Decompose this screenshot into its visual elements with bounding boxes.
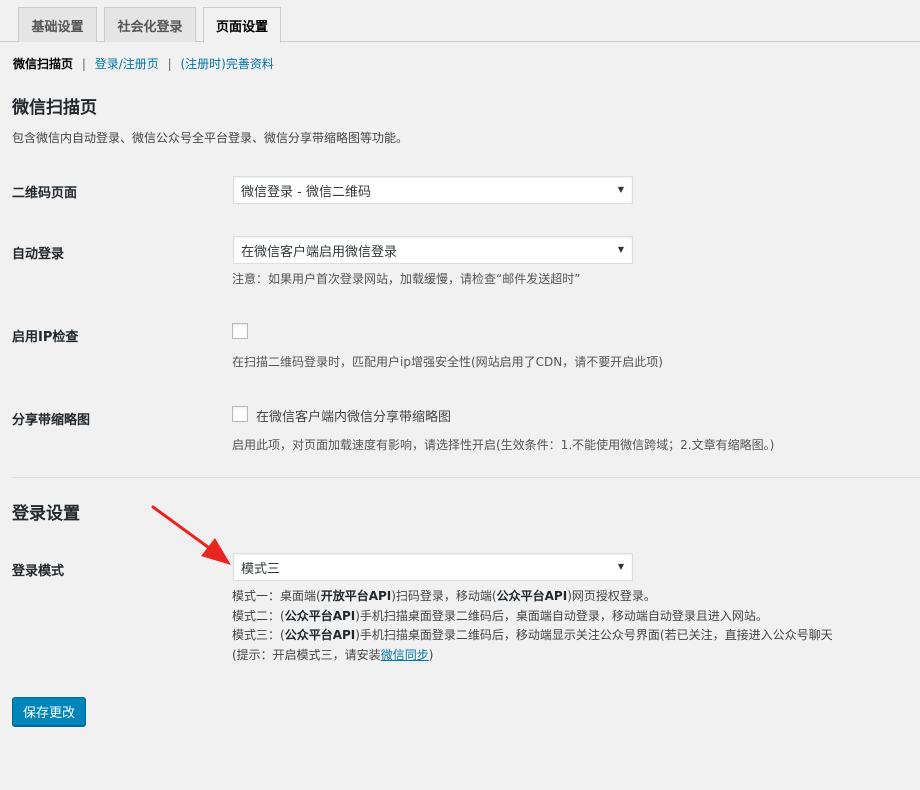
share-thumbnail-help: 启用此项，对页面加载速度有影响，请选择性开启(生效条件：1.不能使用微信跨域；2…	[232, 438, 775, 452]
tab-page-settings[interactable]: 页面设置	[203, 7, 281, 43]
subnav-link-login-register[interactable]: 登录/注册页	[95, 57, 159, 71]
auto-login-select-value: 在微信客户端启用微信登录	[241, 244, 398, 260]
label-share-thumbnail: 分享带缩略图	[12, 413, 91, 428]
tab-basic-settings[interactable]: 基础设置	[18, 7, 97, 42]
subnav-link-complete-profile[interactable]: (注册时)完善资料	[180, 57, 273, 71]
share-thumbnail-checkbox[interactable]	[232, 406, 248, 422]
share-thumbnail-checkbox-label[interactable]: 在微信客户端内微信分享带缩略图	[256, 406, 451, 425]
subnav-separator: |	[167, 57, 172, 71]
section-title-login-settings: 登录设置	[12, 504, 80, 524]
section-title-wechat-scan: 微信扫描页	[12, 98, 97, 118]
subnav-separator: |	[81, 57, 86, 71]
login-mode-select-value: 模式三	[241, 561, 281, 577]
label-ip-check: 启用IP检查	[12, 330, 79, 345]
login-mode-descriptions: 模式一：桌面端(开放平台API)扫码登录，移动端(公众平台API)网页授权登录。…	[232, 587, 833, 665]
section-description: 包含微信内自动登录、微信公众号全平台登录、微信分享带缩略图等功能。	[12, 131, 409, 145]
subnav-current-wechat-scan: 微信扫描页	[13, 57, 74, 71]
ip-check-checkbox[interactable]	[232, 323, 248, 339]
sub-navigation: 微信扫描页 | 登录/注册页 | (注册时)完善资料	[13, 55, 274, 72]
auto-login-select[interactable]: 在微信客户端启用微信登录 ▼	[233, 236, 633, 264]
qrcode-page-select[interactable]: 微信登录 - 微信二维码 ▼	[233, 176, 633, 204]
label-login-mode: 登录模式	[12, 564, 65, 579]
mode-one-description: 模式一：桌面端(开放平台API)扫码登录，移动端(公众平台API)网页授权登录。	[232, 589, 656, 603]
mode-two-description: 模式二：(公众平台API)手机扫描桌面登录二维码后，桌面端自动登录，移动端自动登…	[232, 608, 768, 623]
auto-login-note: 注意：如果用户首次登录网站，加载缓慢，请检查“邮件发送超时”	[232, 272, 581, 286]
annotation-arrow-icon	[151, 505, 231, 565]
label-auto-login: 自动登录	[12, 247, 65, 262]
wechat-sync-link[interactable]: 微信同步	[381, 648, 429, 662]
tab-social-login[interactable]: 社会化登录	[104, 7, 196, 42]
label-qrcode-page: 二维码页面	[12, 186, 78, 201]
section-divider	[12, 477, 920, 478]
save-changes-button[interactable]: 保存更改	[12, 697, 86, 726]
mode-three-description: 模式三：(公众平台API)手机扫描桌面登录二维码后，移动端显示关注公众号界面(若…	[232, 628, 833, 642]
ip-check-help: 在扫描二维码登录时，匹配用户ip增强安全性(网站启用了CDN，请不要开启此项)	[232, 355, 663, 369]
login-mode-select[interactable]: 模式三 ▼	[233, 553, 633, 581]
chevron-down-icon: ▼	[617, 562, 624, 571]
chevron-down-icon: ▼	[617, 185, 624, 194]
qrcode-page-select-value: 微信登录 - 微信二维码	[241, 184, 371, 200]
settings-tabs: 基础设置 社会化登录 页面设置	[0, 0, 920, 43]
mode-tip: (提示：开启模式三，请安装微信同步)	[232, 647, 434, 662]
chevron-down-icon: ▼	[617, 245, 624, 254]
